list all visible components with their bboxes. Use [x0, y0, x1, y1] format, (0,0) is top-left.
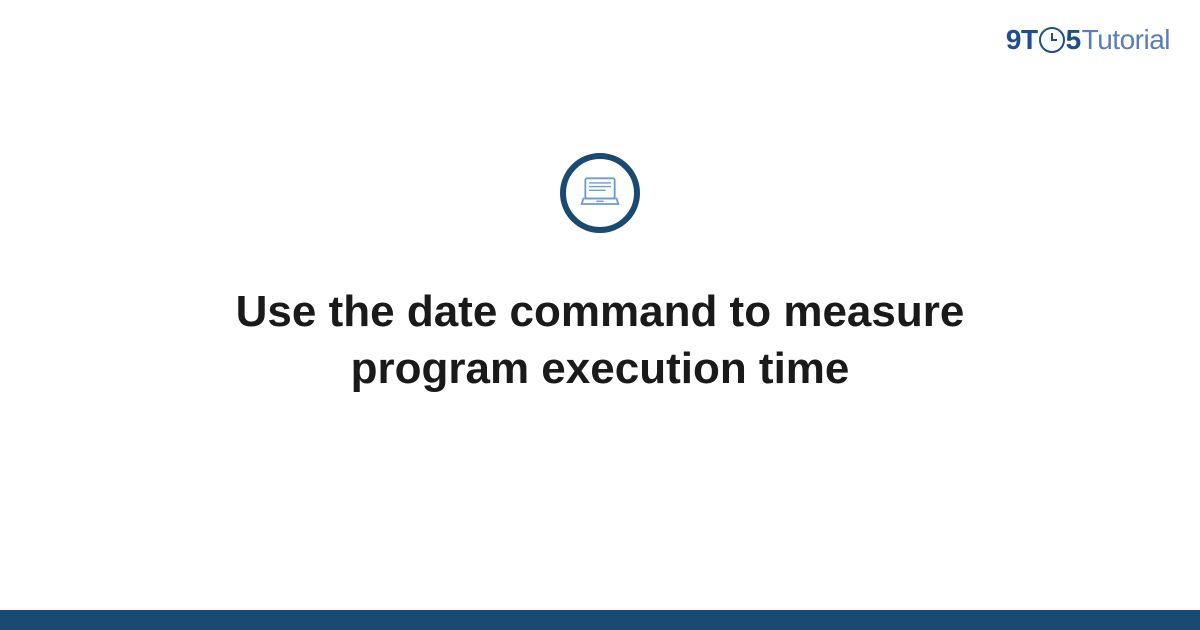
footer-accent-bar [0, 610, 1200, 630]
page-title: Use the date command to measure program … [150, 283, 1050, 397]
main-content: Use the date command to measure program … [0, 0, 1200, 610]
laptop-icon [578, 171, 622, 215]
laptop-icon-circle [560, 153, 640, 233]
